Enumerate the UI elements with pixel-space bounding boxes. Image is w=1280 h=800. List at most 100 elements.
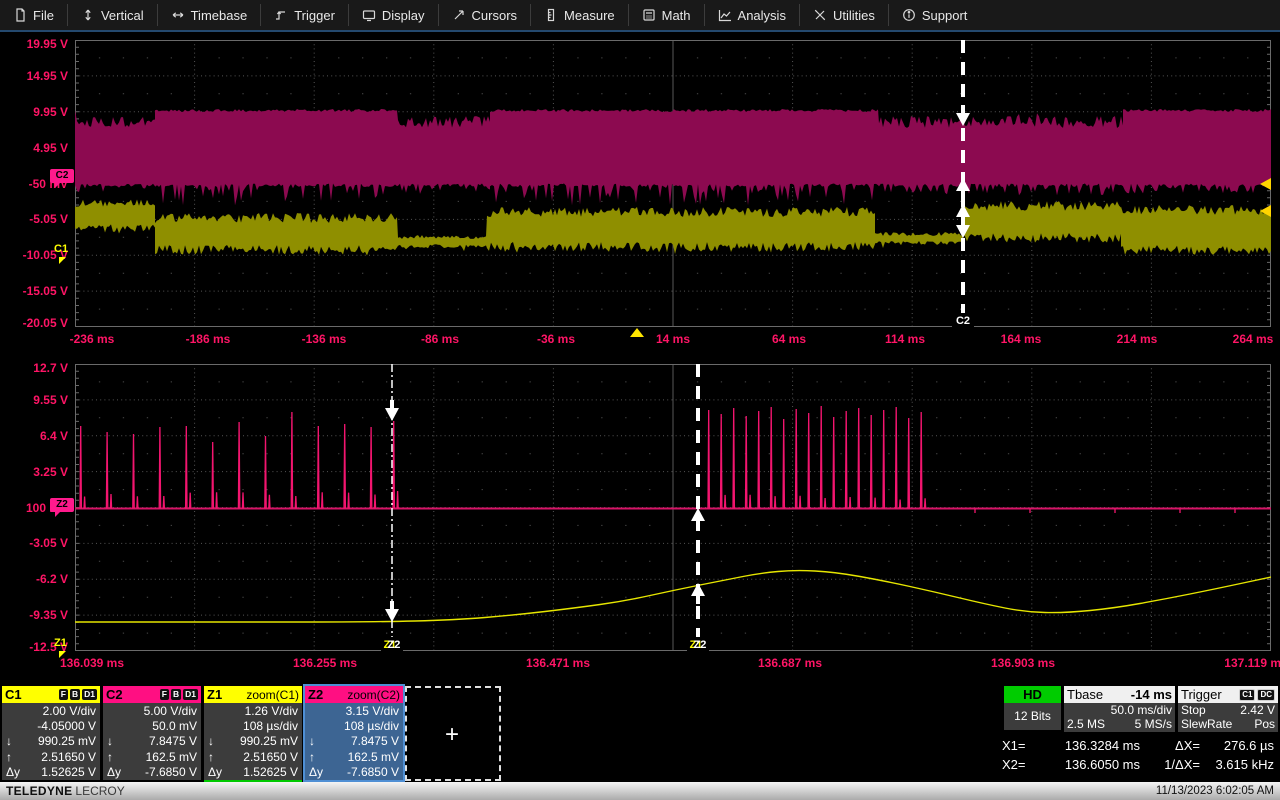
menu-item-utilities[interactable]: Utilities [800, 4, 889, 26]
tdiv-value: 108 µs/div [243, 719, 298, 734]
delta-value: -7.6850 V [347, 765, 399, 780]
inv-dx-label: 1/ΔX= [1140, 755, 1200, 774]
max-value: 162.5 mV [146, 750, 197, 765]
z2-waveform [80, 406, 1271, 513]
x-axis-label: 64 ms [741, 332, 837, 346]
cursor-arrow-stem [961, 217, 965, 225]
x1-value: 136.3284 ms [1038, 736, 1140, 755]
trigger-box[interactable]: Trigger C1 DC Stop2.42 V SlewRatePos [1178, 686, 1278, 732]
cursor-arrow-stem [961, 191, 965, 199]
menu-item-display[interactable]: Display [349, 4, 439, 26]
channel-box-header: C1 F B D1 [2, 686, 100, 703]
vertical-arrows-icon [81, 8, 95, 22]
hd-label: HD [1004, 686, 1061, 703]
delta-value: -7.6850 V [145, 765, 197, 780]
y-axis-label: 19.95 V [2, 37, 68, 51]
trigger-position-marker[interactable] [630, 328, 644, 337]
channel-box-c2[interactable]: C2 F B D1 5.00 V/div 50.0 mV ↓7.8475 V ↑… [103, 686, 201, 780]
menu-item-file[interactable]: File [0, 4, 68, 26]
delta-value: 1.52625 V [243, 765, 298, 780]
trigger-edge-icon [274, 8, 288, 22]
z1-position-marker[interactable]: Z1 [54, 637, 67, 649]
cursor-label: C2 [956, 315, 970, 327]
y-axis-label: -20.05 V [2, 316, 68, 330]
vdiv-value: 5.00 V/div [144, 704, 197, 719]
menu-item-measure[interactable]: Measure [531, 4, 629, 26]
inv-dx-value: 3.615 kHz [1200, 755, 1278, 774]
x-axis-label: 136.903 ms [975, 656, 1071, 670]
vdiv-value: 3.15 V/div [346, 704, 399, 719]
channel-box-header: Z2 zoom(C2) [305, 686, 403, 703]
cursor-arrow-stem [696, 521, 700, 529]
brand-logo: TELEDYNELECROY [6, 784, 125, 798]
datetime: 11/13/2023 6:02:05 AM [1156, 785, 1274, 797]
max-arrow-icon: ↑ [208, 750, 214, 765]
z2-position-marker[interactable]: Z2 [50, 498, 74, 512]
max-value: 162.5 mV [348, 750, 399, 765]
cursor-arrow-stem [390, 400, 394, 408]
z1-marker-pointer [59, 651, 66, 658]
line-chart-icon [718, 8, 732, 22]
y-axis-label: -6.2 V [2, 572, 68, 586]
badge-f: F [160, 689, 169, 700]
x-axis-label: -186 ms [160, 332, 256, 346]
zoom-source-label: zoom(C2) [347, 688, 400, 702]
min-arrow-icon: ↓ [208, 734, 214, 749]
delta-label: Δy [107, 765, 121, 780]
tools-icon [813, 8, 827, 22]
y-axis-label: 12.7 V [2, 361, 68, 375]
channel-id: Z2 [308, 687, 323, 702]
trigger-level-marker[interactable] [1260, 178, 1271, 190]
menu-item-timebase[interactable]: Timebase [158, 4, 262, 26]
menu-item-analysis[interactable]: Analysis [705, 4, 800, 26]
x-axis-label: 136.039 ms [44, 656, 140, 670]
trigger-label: Trigger [1181, 687, 1222, 702]
menu-item-support[interactable]: Support [889, 4, 981, 26]
menu-bar: File Vertical Timebase Trigger Display C… [0, 0, 1280, 32]
zoom-source-label: zoom(C1) [246, 688, 299, 702]
menu-label: Measure [564, 8, 615, 23]
timebase-scale: 50.0 ms/div [1111, 704, 1172, 718]
min-arrow-icon: ↓ [309, 734, 315, 749]
menu-item-cursors[interactable]: Cursors [439, 4, 532, 26]
min-value: 7.8475 V [351, 734, 399, 749]
cursor-arrow-icon [385, 609, 399, 622]
menu-label: Analysis [738, 8, 786, 23]
channel-box-z2[interactable]: Z2 zoom(C2) 3.15 V/div 108 µs/div ↓7.847… [305, 686, 403, 780]
hd-mode-box[interactable]: HD 12 Bits [1004, 686, 1061, 730]
max-arrow-icon: ↑ [107, 750, 113, 765]
horizontal-arrows-icon [171, 8, 185, 22]
calculator-icon [642, 8, 656, 22]
offset-value: -4.05000 V [37, 719, 96, 734]
cursor-label: Z2 [388, 639, 401, 651]
y-axis-label: -5.05 V [2, 212, 68, 226]
c2-position-marker[interactable]: C2 [50, 169, 74, 183]
x-axis-label: 137.119 ms [1208, 656, 1280, 670]
trigger-mode: Stop [1181, 704, 1206, 718]
menu-item-vertical[interactable]: Vertical [68, 4, 158, 26]
add-trace-box[interactable]: + [405, 686, 501, 781]
cursor-readout: X1= 136.3284 ms ΔX= 276.6 µs X2= 136.605… [1002, 736, 1278, 774]
x-axis-label: 136.687 ms [742, 656, 838, 670]
min-arrow-icon: ↓ [107, 734, 113, 749]
cursor-arrow-icon [691, 508, 705, 521]
x-axis-label: -236 ms [44, 332, 140, 346]
y-axis-label: 4.95 V [2, 141, 68, 155]
badge-f: F [59, 689, 68, 700]
cursor-arrow-stem [696, 596, 700, 604]
x2-label: X2= [1002, 755, 1038, 774]
channel-box-z1[interactable]: Z1 zoom(C1) 1.26 V/div 108 µs/div ↓990.2… [204, 686, 302, 780]
c1-marker-pointer [59, 257, 66, 264]
channel-box-header: C2 F B D1 [103, 686, 201, 703]
delta-label: Δy [309, 765, 323, 780]
channel-level-marker[interactable] [1260, 205, 1271, 217]
menu-item-math[interactable]: Math [629, 4, 705, 26]
timebase-box[interactable]: Tbase -14 ms 50.0 ms/div 2.5 MS5 MS/s [1064, 686, 1175, 732]
max-arrow-icon: ↑ [6, 750, 12, 765]
c1-position-marker[interactable]: C1 [54, 243, 68, 255]
channel-box-c1[interactable]: C1 F B D1 2.00 V/div -4.05000 V ↓990.25 … [2, 686, 100, 780]
menu-label: Display [382, 8, 425, 23]
y-axis-label: -9.35 V [2, 608, 68, 622]
timebase-offset: -14 ms [1131, 687, 1172, 702]
menu-item-trigger[interactable]: Trigger [261, 4, 349, 26]
